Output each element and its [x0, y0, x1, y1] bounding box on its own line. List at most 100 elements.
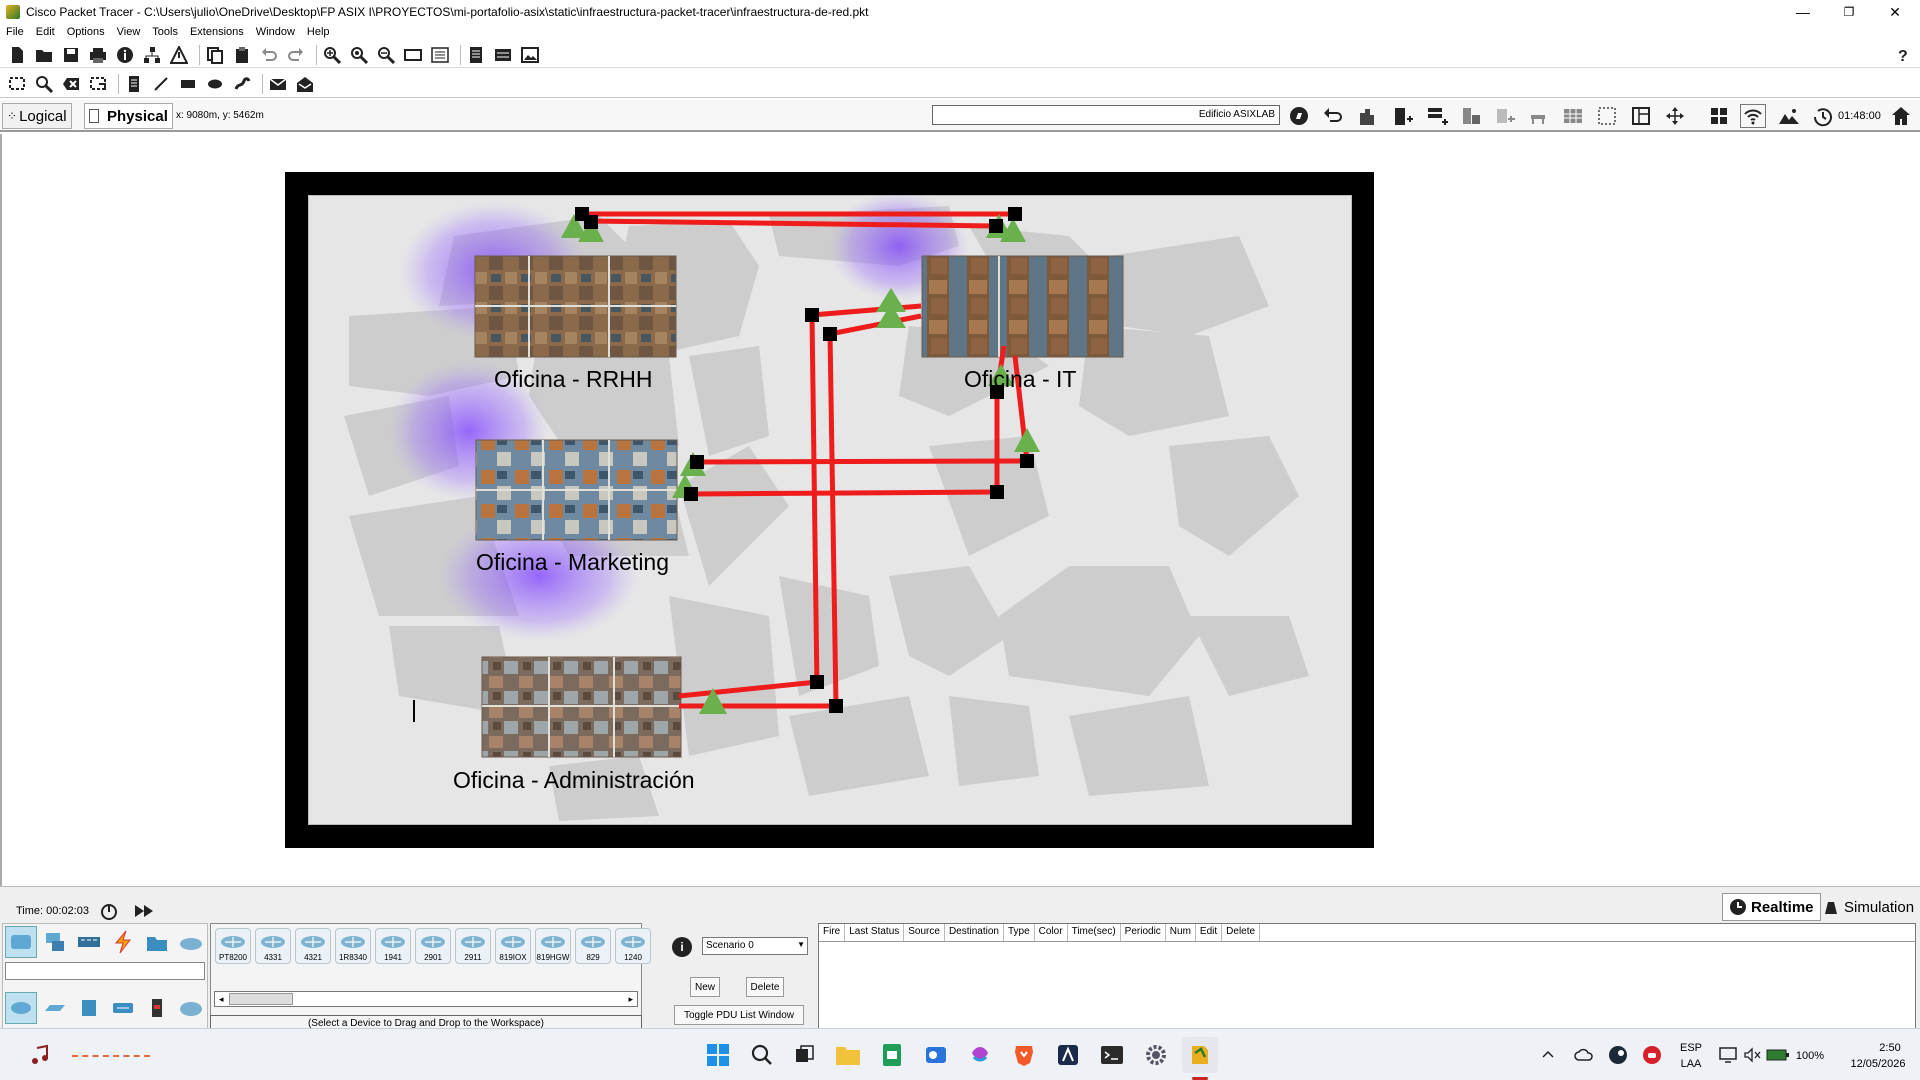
new-table-icon[interactable]: [1492, 104, 1518, 128]
pdu-column-header[interactable]: Destination: [945, 924, 1004, 941]
wireless-devices-subcategory-icon[interactable]: [107, 992, 139, 1024]
multiuser-category-icon[interactable]: [175, 926, 207, 958]
device-model-3[interactable]: 4321: [295, 928, 331, 964]
drawing-palette-icon[interactable]: [402, 44, 424, 66]
tray-chevron-up-icon[interactable]: [1536, 1037, 1560, 1073]
delete-icon[interactable]: [60, 73, 82, 95]
wan-emulation-subcategory-icon[interactable]: [175, 992, 207, 1024]
set-tiled-background-icon[interactable]: [1594, 104, 1620, 128]
language-top[interactable]: ESP: [1680, 1042, 1702, 1054]
draw-line-icon[interactable]: [150, 73, 172, 95]
volume-muted-icon[interactable]: [1740, 1037, 1764, 1073]
media-player-icon[interactable]: [22, 1037, 58, 1073]
scenario-info-icon[interactable]: i: [672, 937, 692, 957]
menu-extensions[interactable]: Extensions: [190, 26, 244, 38]
pdu-column-header[interactable]: Fire: [819, 924, 846, 941]
office-marketing-building[interactable]: [475, 439, 678, 541]
scroll-thumb[interactable]: [229, 993, 293, 1005]
switches-subcategory-icon[interactable]: [39, 992, 71, 1024]
grid-icon[interactable]: [1560, 104, 1586, 128]
onedrive-cloud-icon[interactable]: [1572, 1037, 1596, 1073]
scenario-select[interactable]: Scenario 0 ▼: [702, 937, 808, 955]
draw-rectangle-icon[interactable]: [177, 73, 199, 95]
pdu-column-header[interactable]: Source: [904, 924, 945, 941]
info-icon[interactable]: [114, 44, 136, 66]
network-icon[interactable]: [141, 44, 163, 66]
windows-start-icon[interactable]: [700, 1037, 736, 1073]
text-editor-icon[interactable]: [1050, 1037, 1086, 1073]
inspect-icon[interactable]: [33, 73, 55, 95]
device-model-8[interactable]: 819IOX: [495, 928, 531, 964]
device-model-7[interactable]: 2911: [455, 928, 491, 964]
zoom-reset-icon[interactable]: [348, 44, 370, 66]
realtime-mode-button[interactable]: Realtime: [1722, 893, 1821, 921]
battery-icon[interactable]: [1764, 1037, 1792, 1073]
copy-icon[interactable]: [204, 44, 226, 66]
display-icon[interactable]: [1716, 1037, 1740, 1073]
device-model-2[interactable]: 4331: [255, 928, 291, 964]
draw-ellipse-icon[interactable]: [204, 73, 226, 95]
vpn-shield-icon[interactable]: [1640, 1037, 1664, 1073]
home-icon[interactable]: [1888, 104, 1914, 128]
zoom-out-icon[interactable]: [375, 44, 397, 66]
power-cycle-icon[interactable]: [99, 901, 119, 921]
zoom-in-icon[interactable]: [321, 44, 343, 66]
open-folder-icon[interactable]: [33, 44, 55, 66]
move-object-icon[interactable]: [1526, 104, 1552, 128]
resize-shape-icon[interactable]: [87, 73, 109, 95]
network-devices-category-icon[interactable]: [5, 926, 37, 958]
physical-tab[interactable]: Physical: [84, 103, 173, 129]
place-note-icon[interactable]: [123, 73, 145, 95]
security-subcategory-icon[interactable]: [141, 992, 173, 1024]
new-city-icon[interactable]: [1356, 104, 1382, 128]
viewport-toggle-icon[interactable]: [1628, 104, 1654, 128]
settings-gear-icon[interactable]: [1138, 1037, 1174, 1073]
help-icon[interactable]: ?: [1892, 44, 1914, 66]
redo-icon[interactable]: [285, 44, 307, 66]
custom-device-dialog-icon[interactable]: [429, 44, 451, 66]
device-model-6[interactable]: 2901: [415, 928, 451, 964]
cable-link[interactable]: [829, 313, 922, 337]
outlook-icon[interactable]: [918, 1037, 954, 1073]
paste-icon[interactable]: [231, 44, 253, 66]
file-explorer-icon[interactable]: [830, 1037, 866, 1073]
scroll-right-icon[interactable]: ▸: [628, 994, 633, 1005]
pdu-column-header[interactable]: Type: [1004, 924, 1035, 941]
task-view-icon[interactable]: [786, 1037, 822, 1073]
brave-browser-icon[interactable]: [1006, 1037, 1042, 1073]
taskbar-clock-time[interactable]: 2:50: [1860, 1042, 1920, 1054]
pdu-column-header[interactable]: Last Status: [845, 924, 905, 941]
pdu-column-header[interactable]: Periodic: [1121, 924, 1166, 941]
simulation-mode-button[interactable]: Simulation: [1818, 893, 1918, 921]
taskbar-clock-date[interactable]: 12/05/2026: [1836, 1058, 1920, 1070]
steam-icon[interactable]: [1606, 1037, 1630, 1073]
restore-button[interactable]: ❐: [1826, 0, 1872, 24]
select-icon[interactable]: [6, 73, 28, 95]
components-category-icon[interactable]: [73, 926, 105, 958]
language-bottom[interactable]: LAA: [1680, 1058, 1702, 1070]
new-building-icon[interactable]: [1390, 104, 1416, 128]
navigation-compass-icon[interactable]: [1286, 104, 1312, 128]
activity-wizard-icon[interactable]: [168, 44, 190, 66]
cable-link[interactable]: [697, 458, 1028, 465]
menu-help[interactable]: Help: [307, 26, 330, 38]
cable-link[interactable]: [691, 489, 998, 497]
cluster-view-icon[interactable]: [1706, 104, 1732, 128]
menu-edit[interactable]: Edit: [36, 26, 55, 38]
add-complex-pdu-icon[interactable]: [294, 73, 316, 95]
wireless-icon[interactable]: [1740, 104, 1766, 128]
menu-options[interactable]: Options: [67, 26, 105, 38]
menu-window[interactable]: Window: [256, 26, 295, 38]
freeform-icon[interactable]: [231, 73, 253, 95]
location-path-field[interactable]: Edificio ASIXLAB: [932, 105, 1280, 125]
office-it-building[interactable]: [921, 255, 1124, 358]
device-model-5[interactable]: 1941: [375, 928, 411, 964]
move-view-icon[interactable]: [1662, 104, 1688, 128]
device-model-11[interactable]: 1240: [615, 928, 651, 964]
pdu-column-header[interactable]: Time(sec): [1068, 924, 1121, 941]
minimize-button[interactable]: —: [1780, 0, 1826, 24]
back-icon[interactable]: [1320, 104, 1346, 128]
logical-tab[interactable]: ⁘ Logical: [2, 103, 72, 129]
viewport-icon[interactable]: [465, 44, 487, 66]
microsoft-365-icon[interactable]: [962, 1037, 998, 1073]
